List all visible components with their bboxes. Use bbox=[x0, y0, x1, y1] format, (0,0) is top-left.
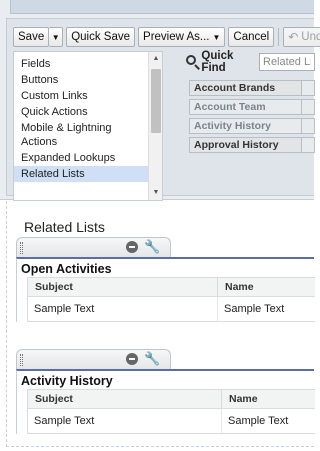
category-item-expanded-lookups[interactable]: Expanded Lookups bbox=[14, 150, 148, 166]
category-item-mobile-lightning-actions[interactable]: Mobile & Lightning Actions bbox=[14, 120, 148, 150]
palette-item-next-column[interactable] bbox=[301, 118, 315, 134]
related-list-header-bar[interactable]: 🔧 bbox=[16, 237, 171, 257]
palette-item-next-column[interactable] bbox=[301, 137, 315, 153]
related-list-title: Activity History bbox=[21, 374, 113, 388]
palette-item-next-column[interactable] bbox=[301, 80, 315, 96]
preview-as-button[interactable]: Preview As... ▼ bbox=[138, 27, 226, 47]
wrench-icon[interactable]: 🔧 bbox=[144, 239, 160, 255]
undo-label: Und bbox=[301, 31, 320, 43]
quick-find-input[interactable] bbox=[259, 53, 315, 71]
table-cell: Sample Text bbox=[28, 297, 218, 321]
minus-circle-icon[interactable] bbox=[126, 241, 138, 253]
category-item-quick-actions[interactable]: Quick Actions bbox=[14, 104, 148, 120]
scrollbar-thumb[interactable] bbox=[151, 69, 161, 133]
toolbar: Save ▼ Quick Save Preview As... ▼ Cancel… bbox=[13, 27, 320, 47]
scroll-up-arrow-icon[interactable]: ▲ bbox=[149, 52, 162, 66]
palette-item-approval-history[interactable]: Approval History bbox=[189, 137, 302, 153]
scroll-down-arrow-icon[interactable]: ▼ bbox=[149, 186, 162, 200]
category-item-buttons[interactable]: Buttons bbox=[14, 72, 148, 88]
page-layout-canvas: Related Lists 🔧 Open Activities Subject … bbox=[0, 201, 315, 451]
quick-save-button[interactable]: Quick Save bbox=[66, 27, 136, 47]
category-item-related-lists[interactable]: Related Lists bbox=[14, 166, 148, 182]
related-list-title: Open Activities bbox=[21, 262, 112, 276]
cancel-button[interactable]: Cancel bbox=[228, 27, 275, 47]
table-cell: Sample Text bbox=[28, 409, 222, 433]
minus-circle-icon[interactable] bbox=[126, 353, 138, 365]
palette-row: Account Team bbox=[189, 99, 315, 115]
column-header-subject: Subject bbox=[28, 390, 222, 408]
palette-item-grid: Account Brands Account Team Activity His… bbox=[189, 80, 315, 153]
search-icon bbox=[185, 54, 200, 70]
category-item-fields[interactable]: Fields bbox=[14, 56, 148, 72]
undo-button[interactable]: ↶ Und bbox=[283, 27, 320, 47]
palette-row: Approval History bbox=[189, 137, 315, 153]
quick-find: Quick Find bbox=[177, 50, 315, 74]
palette-items-area: Quick Find Account Brands Account Team A… bbox=[177, 50, 315, 201]
save-split-button: Save ▼ bbox=[13, 27, 64, 47]
related-list-header-bar[interactable]: 🔧 bbox=[16, 349, 171, 369]
column-header-subject: Subject bbox=[28, 278, 218, 296]
table-row: Sample Text Sample Text bbox=[28, 297, 315, 322]
palette-item-next-column[interactable] bbox=[301, 99, 315, 115]
caret-down-icon: ▼ bbox=[212, 32, 221, 42]
layout-editor-palette-frame: Save ▼ Quick Save Preview As... ▼ Cancel… bbox=[0, 0, 320, 201]
category-list-scrollbar[interactable]: ▲ ▼ bbox=[148, 52, 162, 200]
table-row: Sample Text Sample Text bbox=[28, 409, 315, 434]
palette-row: Activity History bbox=[189, 118, 315, 134]
preview-as-label: Preview As... bbox=[143, 31, 210, 43]
save-button[interactable]: Save bbox=[13, 27, 50, 47]
palette-row: Account Brands bbox=[189, 80, 315, 96]
palette-item-account-brands[interactable]: Account Brands bbox=[189, 80, 302, 96]
related-list-open-activities[interactable]: Open Activities Subject Name Sample Text… bbox=[16, 257, 315, 322]
category-item-custom-links[interactable]: Custom Links bbox=[14, 88, 148, 104]
toolbar-divider bbox=[278, 28, 280, 46]
drag-handle-icon[interactable] bbox=[20, 354, 23, 366]
header-strip bbox=[10, 0, 314, 14]
palette-item-activity-history[interactable]: Activity History bbox=[189, 118, 302, 134]
table-header: Subject Name bbox=[28, 277, 315, 297]
related-list-activity-history[interactable]: Activity History Subject Name Sample Tex… bbox=[16, 369, 315, 434]
related-list-table: Subject Name Sample Text Sample Text bbox=[27, 389, 315, 434]
palette-category-list[interactable]: Fields Buttons Custom Links Quick Action… bbox=[13, 51, 163, 201]
column-header-name: Name bbox=[225, 281, 254, 293]
wrench-icon[interactable]: 🔧 bbox=[144, 351, 160, 367]
quick-find-label: Quick Find bbox=[201, 50, 234, 74]
save-dropdown-button[interactable]: ▼ bbox=[49, 27, 64, 47]
caret-down-icon: ▼ bbox=[51, 32, 60, 42]
column-header-name: Name bbox=[229, 393, 258, 405]
table-header: Subject Name bbox=[28, 389, 315, 409]
drag-handle-icon[interactable] bbox=[20, 242, 23, 254]
palette-item-account-team[interactable]: Account Team bbox=[189, 99, 302, 115]
table-cell: Sample Text bbox=[228, 415, 289, 427]
table-cell: Sample Text bbox=[224, 303, 285, 315]
related-list-table: Subject Name Sample Text Sample Text bbox=[27, 277, 315, 322]
section-title: Related Lists bbox=[24, 219, 105, 235]
undo-icon: ↶ bbox=[288, 30, 299, 44]
palette-panel: Save ▼ Quick Save Preview As... ▼ Cancel… bbox=[6, 18, 320, 201]
